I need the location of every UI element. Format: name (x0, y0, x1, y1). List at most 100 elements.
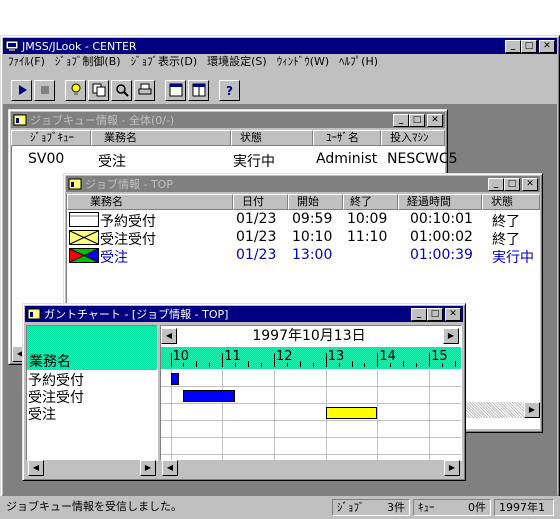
job-info-titlebar[interactable]: ジョブ情報 - TOP _ □ ✕ (66, 176, 540, 192)
col-start[interactable]: 開始 (288, 194, 343, 210)
stop-icon[interactable] (34, 79, 55, 101)
queue-maximize-button[interactable]: □ (409, 114, 425, 127)
queue-row-user[interactable]: Administ (316, 151, 377, 167)
job-minimize-button[interactable]: _ (488, 178, 504, 191)
job-icon-reserved (69, 212, 99, 227)
gantt-left-scroll-right-button[interactable]: ▶ (140, 460, 156, 476)
tile-icon[interactable] (188, 79, 209, 101)
status-queue-count: 0件 (468, 501, 486, 514)
gantt-chart-area (161, 370, 461, 460)
help-icon[interactable]: ? (219, 79, 240, 101)
job-maximize-button[interactable]: □ (504, 178, 520, 191)
gantt-right-scroll-right-button[interactable]: ▶ (444, 460, 460, 476)
col-user[interactable]: ﾕｰｻﾞ名 (313, 130, 381, 146)
gantt-grid-line (222, 370, 224, 460)
status-jobs: ｼﾞｮﾌﾞ 3件 (332, 499, 410, 516)
gantt-task-name[interactable]: 受注 (28, 404, 56, 424)
gantt-hour-tick (429, 353, 431, 367)
col-queue[interactable]: ｼﾞｮﾌﾞｷｭｰ (11, 130, 91, 146)
queue-row-queue[interactable]: SV00 (28, 151, 64, 167)
gantt-bar[interactable] (183, 390, 236, 402)
status-queue: ｷｭｰ 0件 (413, 499, 491, 516)
gantt-hour-label: 12 (275, 349, 293, 364)
queue-titlebar[interactable]: ジョブキュー情報 - 全体(0/-) _ □ ✕ (11, 112, 445, 128)
gantt-date-prev-button[interactable]: ◀ (161, 328, 177, 344)
gantt-grid-line (273, 370, 275, 460)
menu-file[interactable]: ﾌｧｲﾙ(F) (3, 53, 50, 69)
status-jobs-label: ｼﾞｮﾌﾞ (337, 501, 365, 514)
gantt-left-scroll-left-button[interactable]: ◀ (28, 460, 44, 476)
queue-close-button[interactable]: ✕ (427, 114, 443, 127)
gantt-titlebar[interactable]: ガントチャート - [ジョブ情報 - TOP] _ □ ✕ (25, 306, 463, 322)
status-message: ジョブキュー情報を受信しました。 (6, 500, 182, 513)
job-icon-order-accept (69, 230, 99, 245)
job-hscroll-track[interactable] (462, 402, 524, 418)
gantt-date-next-button[interactable]: ▶ (443, 328, 459, 344)
queue-window-icon (13, 114, 27, 126)
col-status[interactable]: 状態 (482, 194, 540, 210)
gantt-bar[interactable] (170, 373, 180, 385)
job-row-name[interactable]: 予約受付 (100, 211, 156, 231)
gantt-bar[interactable] (325, 407, 378, 419)
gantt-minor-tick (364, 363, 366, 367)
col-date[interactable]: 日付 (233, 194, 288, 210)
queue-minimize-button[interactable]: _ (393, 114, 409, 127)
job-row-name[interactable]: 受注 (100, 247, 128, 267)
gantt-hour-label: 10 (172, 349, 190, 364)
menu-window[interactable]: ｳｨﾝﾄﾞｳ(W) (272, 53, 334, 69)
menu-help[interactable]: ﾍﾙﾌﾟ(H) (334, 53, 383, 69)
gantt-window-icon (27, 308, 41, 320)
gantt-hour-tick (170, 353, 172, 367)
gantt-minor-tick (455, 361, 456, 367)
menu-settings[interactable]: 環境設定(S) (202, 53, 272, 69)
job-scroll-right-button[interactable]: ▶ (524, 402, 540, 418)
gantt-left-hscroll-track[interactable] (44, 460, 140, 476)
main-title: JMSS/JLook - CENTER (22, 39, 137, 53)
job-row-start: 10:10 (292, 229, 333, 245)
gantt-minor-tick (416, 363, 418, 367)
col-task[interactable]: 業務名 (91, 130, 231, 146)
maximize-button[interactable]: □ (521, 40, 537, 53)
gantt-minor-tick (261, 363, 263, 367)
job-row-name[interactable]: 受注受付 (100, 229, 156, 249)
col-machine[interactable]: 投入ﾏｼﾝ (381, 130, 445, 146)
menu-bar: ﾌｧｲﾙ(F) ｼﾞｮﾌﾞ制御(B) ｼﾞｮﾌﾞ表示(D) 環境設定(S) ｳｨ… (3, 52, 383, 70)
col-state[interactable]: 状態 (231, 130, 313, 146)
job-row-start: 13:00 (292, 247, 333, 263)
job-row-date: 01/23 (236, 247, 277, 263)
job-row-status: 終了 (492, 232, 520, 248)
print-icon[interactable] (134, 79, 155, 101)
close-button[interactable]: ✕ (539, 40, 555, 53)
queue-row-machine[interactable]: NESCWC5 (387, 151, 458, 167)
minimize-button[interactable]: _ (505, 40, 521, 53)
gantt-maximize-button[interactable]: □ (427, 308, 443, 321)
job-row-end: 10:09 (347, 211, 388, 227)
gantt-hour-strip: 10 11 12 13 14 15 (161, 347, 461, 369)
job-row-elapsed: 01:00:02 (410, 229, 473, 245)
gantt-minimize-button[interactable]: _ (411, 308, 427, 321)
job-window-icon (68, 178, 82, 190)
col-job-name[interactable]: 業務名 (67, 194, 233, 210)
copy-icon[interactable] (88, 79, 109, 101)
bulb-icon[interactable] (65, 79, 86, 101)
play-icon[interactable] (11, 79, 32, 101)
gantt-minor-tick (209, 363, 211, 367)
zoom-icon[interactable] (111, 79, 132, 101)
gantt-right-hscroll-track[interactable] (178, 460, 444, 476)
queue-row-task[interactable]: 受注 (98, 151, 126, 171)
menu-job-control[interactable]: ｼﾞｮﾌﾞ制御(B) (50, 53, 126, 69)
gantt-title: ガントチャート - [ジョブ情報 - TOP] (44, 308, 229, 321)
gantt-minor-tick (183, 363, 185, 367)
job-close-button[interactable]: ✕ (522, 178, 538, 191)
gantt-close-button[interactable]: ✕ (445, 308, 461, 321)
gantt-right-scroll-left-button[interactable]: ◀ (162, 460, 178, 476)
gantt-minor-tick (248, 361, 250, 367)
col-elapsed[interactable]: 経過時間 (398, 194, 482, 210)
menu-job-view[interactable]: ｼﾞｮﾌﾞ表示(D) (126, 53, 203, 69)
gantt-minor-tick (286, 363, 288, 367)
window-icon[interactable] (165, 79, 186, 101)
gantt-hour-label: 11 (224, 349, 241, 364)
job-row-start: 09:59 (292, 211, 333, 227)
queue-row-state[interactable]: 実行中 (233, 151, 275, 171)
col-end[interactable]: 終了 (343, 194, 398, 210)
